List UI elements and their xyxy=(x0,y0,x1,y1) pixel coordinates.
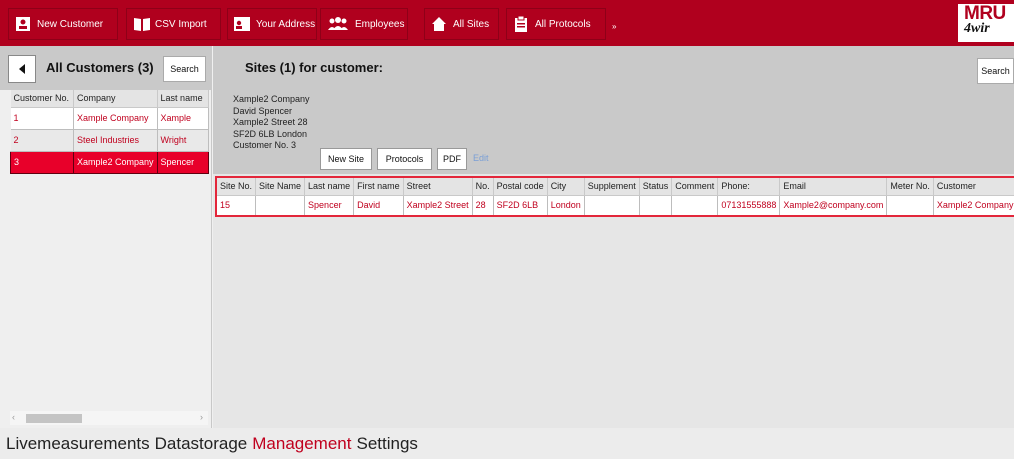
table-cell: Wright xyxy=(157,129,209,152)
table-cell: David xyxy=(353,195,404,215)
home-icon xyxy=(431,16,447,32)
mru-logo: MRU 4wir xyxy=(958,4,1014,42)
sites-header: Sites (1) for customer: Search Xample2 C… xyxy=(213,46,1014,174)
column-header[interactable]: Company xyxy=(73,90,158,108)
table-row[interactable]: 1 Xample Company Xample xyxy=(10,107,209,130)
table-cell xyxy=(639,195,673,215)
table-cell: Xample2@company.com xyxy=(779,195,888,215)
customers-panel: All Customers (3) Search Customer No. Co… xyxy=(0,46,212,428)
scroll-left-icon[interactable]: ‹ xyxy=(12,412,15,422)
column-header[interactable]: Comment xyxy=(671,178,719,196)
table-cell: Xample2 Street xyxy=(403,195,473,215)
pdf-button[interactable]: PDF xyxy=(437,148,467,170)
column-header[interactable]: Postal code xyxy=(493,178,548,196)
column-header[interactable]: First name xyxy=(353,178,404,196)
table-cell: Steel Industries xyxy=(73,129,158,152)
column-header[interactable]: Status xyxy=(639,178,673,196)
customers-header: All Customers (3) Search xyxy=(0,46,212,90)
table-cell: 15 xyxy=(217,195,257,215)
customers-table: Customer No. Company Last name 1 Xample … xyxy=(10,90,209,174)
new-customer-button[interactable]: New Customer xyxy=(8,8,118,40)
table-cell: Spencer xyxy=(304,195,355,215)
table-cell: 1 xyxy=(10,107,74,130)
new-site-button[interactable]: New Site xyxy=(320,148,372,170)
sites-table-container: Site No. Site Name Last name First name … xyxy=(215,176,1014,217)
back-button[interactable] xyxy=(8,55,36,83)
contact-card-icon xyxy=(15,16,31,32)
table-cell xyxy=(671,195,719,215)
column-header[interactable]: Site No. xyxy=(217,178,257,196)
your-address-button[interactable]: Your Address xyxy=(227,8,317,40)
column-header[interactable]: City xyxy=(547,178,585,196)
table-cell: 28 xyxy=(472,195,494,215)
table-cell xyxy=(886,195,934,215)
table-cell: London xyxy=(547,195,585,215)
table-cell: SF2D 6LB xyxy=(493,195,548,215)
address-line: Xample2 Company xyxy=(233,94,310,104)
address-line: Customer No. 3 xyxy=(233,140,297,151)
table-header-row: Site No. Site Name Last name First name … xyxy=(217,178,1014,196)
table-cell: Xample xyxy=(157,107,209,130)
scrollbar-thumb[interactable] xyxy=(26,414,82,423)
customer-address: Xample2 Company David Spencer Xample2 St… xyxy=(233,94,310,152)
employees-button[interactable]: Employees xyxy=(320,8,408,40)
column-header[interactable]: Customer xyxy=(933,178,1014,196)
all-protocols-button[interactable]: All Protocols xyxy=(506,8,606,40)
customers-search-button[interactable]: Search xyxy=(163,56,206,82)
customers-title: All Customers (3) xyxy=(46,60,154,75)
column-header[interactable]: Phone: xyxy=(717,178,781,196)
sites-search-button[interactable]: Search xyxy=(977,58,1014,84)
column-header[interactable]: Meter No. xyxy=(886,178,934,196)
horizontal-scrollbar[interactable]: ‹ › xyxy=(10,411,208,425)
edit-link[interactable]: Edit xyxy=(473,153,489,163)
table-cell: 2 xyxy=(10,129,74,152)
table-cell: Xample2 Company xyxy=(73,150,158,174)
open-book-icon xyxy=(133,16,150,32)
table-row[interactable]: 15 Spencer David Xample2 Street 28 SF2D … xyxy=(217,195,1014,215)
app-window: New Customer CSV Import Your Address Emp… xyxy=(0,0,1014,459)
clipboard-icon xyxy=(513,15,529,32)
address-line: David Spencer xyxy=(233,105,293,116)
sites-title: Sites (1) for customer: xyxy=(245,60,383,75)
nav-datastorage[interactable]: Datastorage xyxy=(155,434,248,454)
table-cell: 07131555888 xyxy=(717,195,781,215)
column-header[interactable]: Email xyxy=(779,178,888,196)
table-cell: Xample2 Company xyxy=(933,195,1014,215)
nav-livemeasurements[interactable]: Livemeasurements xyxy=(6,434,150,454)
sites-panel: Sites (1) for customer: Search Xample2 C… xyxy=(213,46,1014,428)
toolbar-overflow-icon[interactable]: » xyxy=(612,22,616,31)
all-sites-button[interactable]: All Sites xyxy=(424,8,499,40)
sites-table: Site No. Site Name Last name First name … xyxy=(217,178,1014,215)
table-cell: 3 xyxy=(10,150,74,174)
table-cell: Spencer xyxy=(156,150,209,174)
table-cell xyxy=(255,195,306,215)
toolbar: New Customer CSV Import Your Address Emp… xyxy=(0,0,1014,46)
column-header[interactable]: Last name xyxy=(304,178,355,196)
table-row[interactable]: 2 Steel Industries Wright xyxy=(10,129,209,152)
table-cell: Xample Company xyxy=(73,107,158,130)
column-header[interactable]: No. xyxy=(472,178,494,196)
nav-settings[interactable]: Settings xyxy=(356,434,417,454)
csv-import-button[interactable]: CSV Import xyxy=(126,8,221,40)
people-icon xyxy=(327,16,349,32)
column-header[interactable]: Street xyxy=(403,178,473,196)
table-cell xyxy=(584,195,640,215)
column-header[interactable]: Customer No. xyxy=(10,90,74,108)
nav-management[interactable]: Management xyxy=(252,434,351,454)
table-row-selected[interactable]: 3 Xample2 Company Spencer xyxy=(10,150,209,174)
column-header[interactable]: Site Name xyxy=(255,178,306,196)
column-header[interactable]: Supplement xyxy=(584,178,640,196)
id-card-icon xyxy=(234,16,250,32)
column-header[interactable]: Last name xyxy=(157,90,209,108)
address-line: Xample2 Street 28 xyxy=(233,117,308,128)
table-header-row: Customer No. Company Last name xyxy=(10,90,209,108)
protocols-button[interactable]: Protocols xyxy=(377,148,432,170)
bottom-nav: Livemeasurements Datastorage Management … xyxy=(0,428,1014,459)
triangle-left-icon xyxy=(19,64,25,74)
scroll-right-icon[interactable]: › xyxy=(200,412,203,422)
address-line: SF2D 6LB London xyxy=(233,128,308,139)
